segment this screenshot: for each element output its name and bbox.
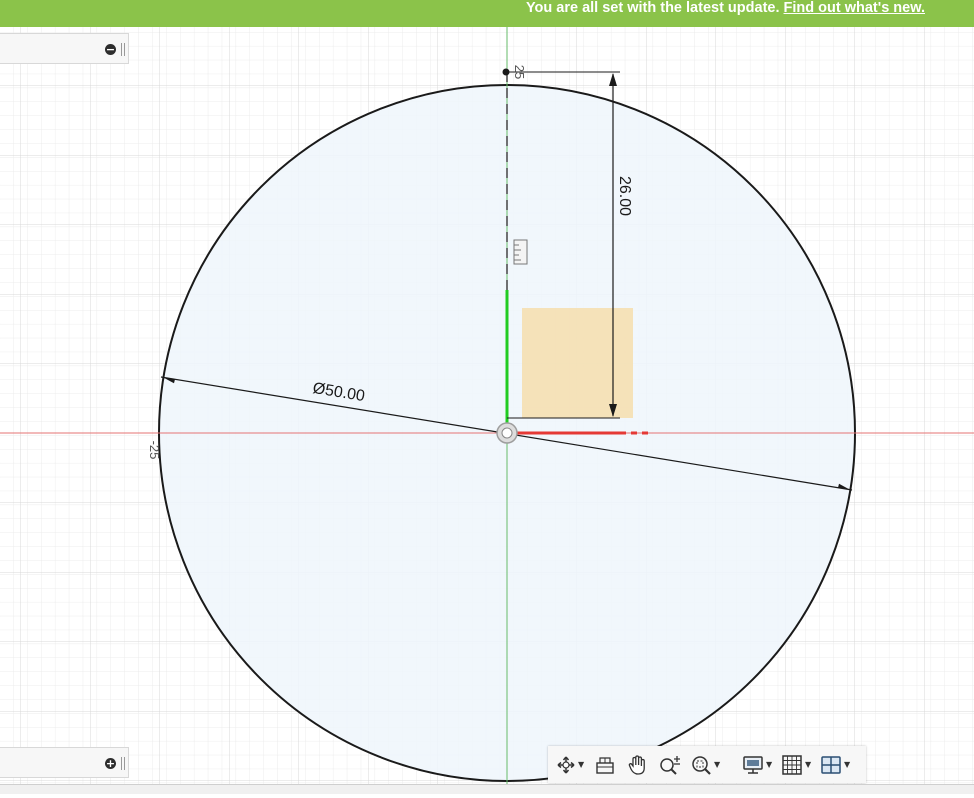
chevron-down-icon: ▼ [805,760,812,769]
grid-settings-button[interactable]: ▼ [781,746,811,783]
chevron-down-icon: ▼ [578,760,585,769]
vertical-dimension-label[interactable]: 26.00 [616,176,633,216]
chevron-down-icon: ▼ [844,760,851,769]
update-banner: You are all set with the latest update. … [0,0,974,27]
ruler-icon[interactable] [513,239,528,265]
origin-point[interactable] [496,422,518,444]
sketch-canvas[interactable]: Ø50.00 26.00 25 -25 [0,27,974,793]
display-settings-icon [743,755,763,774]
axis-left-label: -25 [147,441,162,460]
chevron-down-icon: ▼ [714,760,721,769]
zoom-icon [660,755,680,775]
viewports-icon [821,755,841,774]
panel-grip[interactable] [121,757,125,770]
look-at-icon [596,756,614,774]
zoom-button[interactable] [658,746,682,783]
minus-circle-icon[interactable]: − [105,44,116,55]
pan-icon [628,754,645,775]
sketch-svg[interactable]: Ø50.00 26.00 25 -25 [0,27,974,793]
sketch-point[interactable] [502,68,510,76]
fit-icon [692,755,711,775]
grid-settings-icon [782,754,802,775]
panel-grip[interactable] [121,43,125,56]
pan-button[interactable] [626,746,648,783]
comments-panel-collapsed[interactable]: + [0,747,129,778]
whats-new-link[interactable]: Find out what's new. [784,0,925,16]
banner-text: You are all set with the latest update. … [526,0,925,17]
plane-indicator[interactable] [522,308,633,418]
navigation-toolbar: ▼ ▼ ▼ ▼ ▼ [548,746,866,783]
orbit-icon [557,756,575,773]
display-settings-button[interactable]: ▼ [742,746,772,783]
browser-panel-collapsed[interactable]: − [0,33,129,64]
axis-top-label: 25 [512,65,527,79]
fit-button[interactable]: ▼ [690,746,720,783]
banner-message: You are all set with the latest update. [525,0,780,16]
look-at-button[interactable] [594,746,616,783]
viewports-button[interactable]: ▼ [820,746,850,783]
plus-circle-icon[interactable]: + [105,758,116,769]
orbit-button[interactable]: ▼ [556,746,584,783]
chevron-down-icon: ▼ [766,760,773,769]
